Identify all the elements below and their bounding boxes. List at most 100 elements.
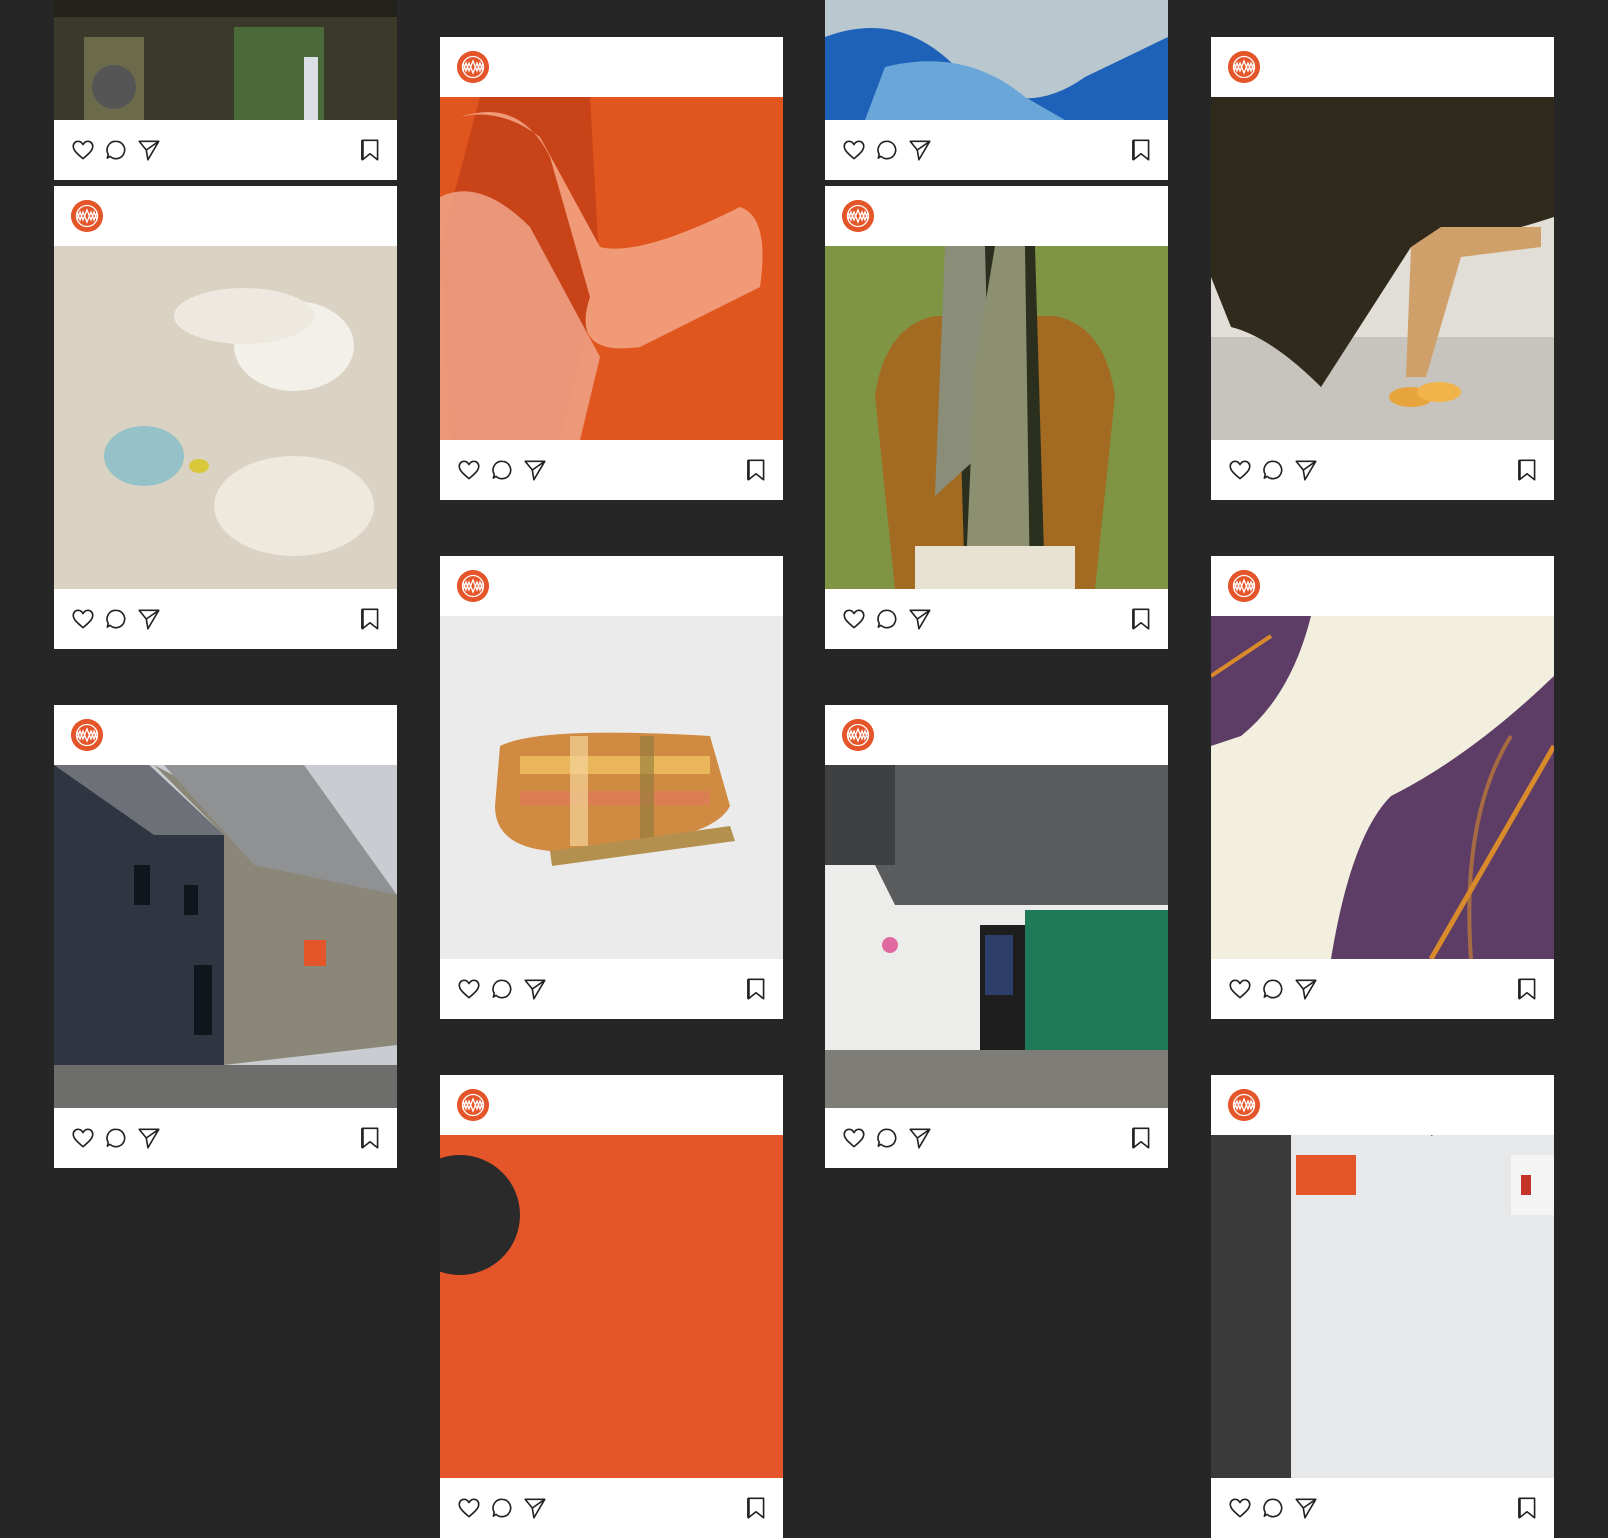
post-actions (1211, 959, 1554, 1019)
bookmark-icon[interactable] (1128, 1125, 1154, 1151)
post-actions (440, 959, 783, 1019)
post-image[interactable] (825, 246, 1168, 589)
post-actions (54, 1108, 397, 1168)
instagram-post (1211, 1075, 1554, 1538)
post-image[interactable] (54, 0, 397, 120)
brand-logo-icon[interactable] (1228, 1089, 1260, 1121)
heart-icon[interactable] (841, 1125, 867, 1151)
post-actions (440, 1478, 783, 1538)
post-actions (825, 589, 1168, 649)
paper-plane-icon[interactable] (907, 137, 933, 163)
paper-plane-icon[interactable] (136, 606, 162, 632)
bookmark-icon[interactable] (743, 976, 769, 1002)
post-image[interactable] (440, 616, 783, 959)
bookmark-icon[interactable] (1128, 137, 1154, 163)
brand-logo-icon[interactable] (1228, 570, 1260, 602)
heart-icon[interactable] (456, 1495, 482, 1521)
heart-icon[interactable] (1227, 1495, 1253, 1521)
speech-bubble-icon[interactable] (874, 137, 900, 163)
paper-plane-icon[interactable] (907, 606, 933, 632)
instagram-post (825, 705, 1168, 1168)
post-image[interactable] (440, 1135, 783, 1478)
post-image[interactable] (825, 765, 1168, 1108)
post-header (440, 1075, 783, 1135)
post-image[interactable] (54, 765, 397, 1108)
post-header (1211, 556, 1554, 616)
bookmark-icon[interactable] (1514, 976, 1540, 1002)
brand-logo-icon[interactable] (457, 1089, 489, 1121)
bookmark-icon[interactable] (357, 137, 383, 163)
heart-icon[interactable] (841, 606, 867, 632)
post-image[interactable] (1211, 1135, 1554, 1478)
instagram-post (54, 0, 397, 180)
brand-logo-icon[interactable] (842, 200, 874, 232)
paper-plane-icon[interactable] (522, 1495, 548, 1521)
instagram-post (1211, 37, 1554, 500)
paper-plane-icon[interactable] (1293, 457, 1319, 483)
bookmark-icon[interactable] (743, 1495, 769, 1521)
post-header (440, 556, 783, 616)
bookmark-icon[interactable] (1514, 1495, 1540, 1521)
post-actions (825, 1108, 1168, 1168)
speech-bubble-icon[interactable] (489, 1495, 515, 1521)
heart-icon[interactable] (70, 1125, 96, 1151)
speech-bubble-icon[interactable] (103, 606, 129, 632)
instagram-post (825, 186, 1168, 649)
instagram-post (440, 1075, 783, 1538)
instagram-post (825, 0, 1168, 180)
post-image[interactable] (1211, 616, 1554, 959)
post-image[interactable] (440, 97, 783, 440)
paper-plane-icon[interactable] (136, 1125, 162, 1151)
speech-bubble-icon[interactable] (103, 137, 129, 163)
instagram-post (440, 37, 783, 500)
post-actions (1211, 440, 1554, 500)
speech-bubble-icon[interactable] (874, 606, 900, 632)
post-header (825, 186, 1168, 246)
heart-icon[interactable] (456, 976, 482, 1002)
post-image[interactable] (1211, 97, 1554, 440)
brand-logo-icon[interactable] (71, 719, 103, 751)
paper-plane-icon[interactable] (522, 457, 548, 483)
post-actions (825, 120, 1168, 180)
post-actions (54, 120, 397, 180)
bookmark-icon[interactable] (357, 1125, 383, 1151)
heart-icon[interactable] (841, 137, 867, 163)
instagram-post (440, 556, 783, 1019)
bookmark-icon[interactable] (1514, 457, 1540, 483)
heart-icon[interactable] (70, 606, 96, 632)
heart-icon[interactable] (1227, 976, 1253, 1002)
brand-logo-icon[interactable] (71, 200, 103, 232)
post-actions (1211, 1478, 1554, 1538)
bookmark-icon[interactable] (743, 457, 769, 483)
heart-icon[interactable] (456, 457, 482, 483)
paper-plane-icon[interactable] (522, 976, 548, 1002)
speech-bubble-icon[interactable] (1260, 457, 1286, 483)
brand-logo-icon[interactable] (1228, 51, 1260, 83)
paper-plane-icon[interactable] (907, 1125, 933, 1151)
heart-icon[interactable] (70, 137, 96, 163)
brand-logo-icon[interactable] (842, 719, 874, 751)
post-header (54, 186, 397, 246)
speech-bubble-icon[interactable] (489, 976, 515, 1002)
paper-plane-icon[interactable] (136, 137, 162, 163)
bookmark-icon[interactable] (1128, 606, 1154, 632)
brand-logo-icon[interactable] (457, 570, 489, 602)
brand-logo-icon[interactable] (457, 51, 489, 83)
speech-bubble-icon[interactable] (103, 1125, 129, 1151)
speech-bubble-icon[interactable] (1260, 1495, 1286, 1521)
heart-icon[interactable] (1227, 457, 1253, 483)
paper-plane-icon[interactable] (1293, 976, 1319, 1002)
post-image[interactable] (54, 246, 397, 589)
instagram-post (54, 705, 397, 1168)
post-image[interactable] (825, 0, 1168, 120)
instagram-post (54, 186, 397, 649)
paper-plane-icon[interactable] (1293, 1495, 1319, 1521)
post-header (440, 37, 783, 97)
speech-bubble-icon[interactable] (489, 457, 515, 483)
speech-bubble-icon[interactable] (874, 1125, 900, 1151)
post-header (1211, 1075, 1554, 1135)
bookmark-icon[interactable] (357, 606, 383, 632)
speech-bubble-icon[interactable] (1260, 976, 1286, 1002)
post-header (825, 705, 1168, 765)
post-header (54, 705, 397, 765)
